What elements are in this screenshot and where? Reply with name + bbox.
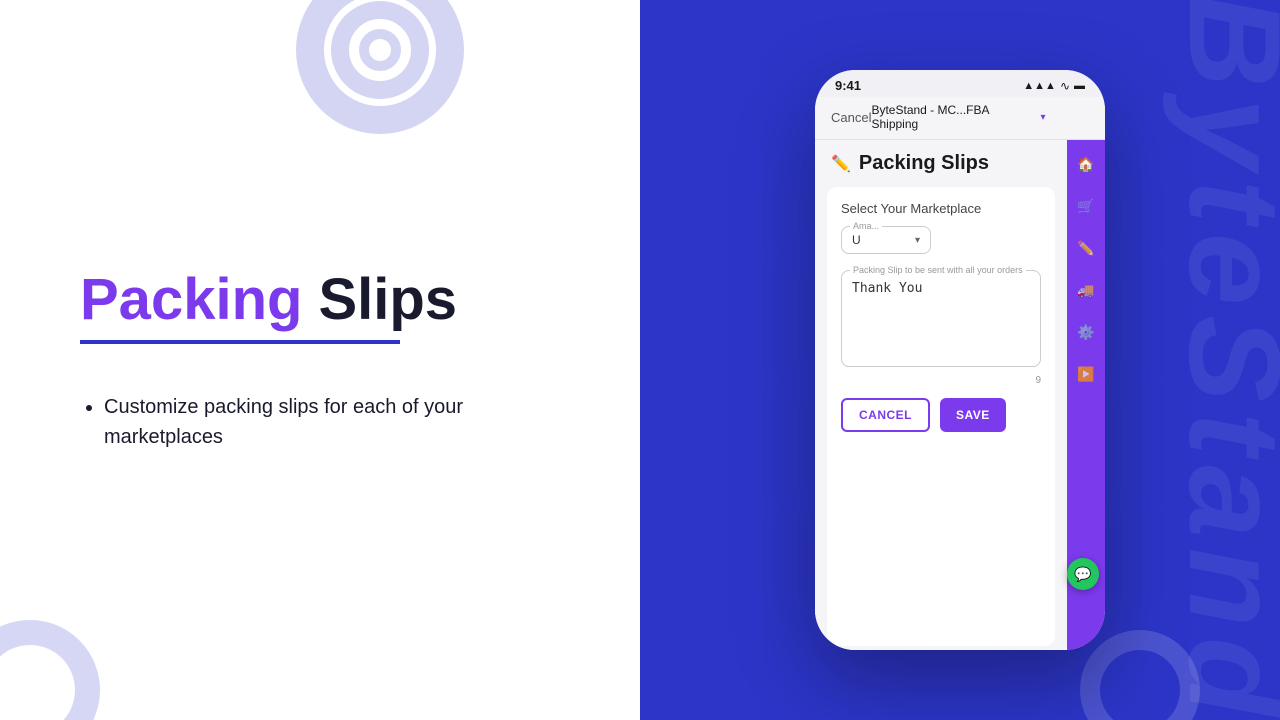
left-panel: Packing Slips Customize packing slips fo… <box>0 0 640 720</box>
pencil-icon: ✏️ <box>831 154 851 174</box>
signal-icon: ▲▲▲ <box>1023 80 1056 92</box>
dropdown-chevron-icon: ▾ <box>915 235 920 246</box>
bytestand-watermark: ByteStand <box>1160 0 1280 720</box>
store-dropdown-arrow[interactable]: ▾ <box>1041 112 1046 123</box>
marketplace-dropdown-field-label: Ama... <box>850 221 882 231</box>
chat-bubble-button[interactable]: 💬 <box>1067 558 1099 590</box>
marketplace-selected-value: U <box>852 233 861 247</box>
deco-bottom-left <box>0 620 100 720</box>
status-icons: ▲▲▲ ∿ ▬ <box>1023 79 1085 93</box>
packing-slip-field: Packing Slip to be sent with all your or… <box>841 270 1041 367</box>
features-list: Customize packing slips for each of your… <box>80 392 640 452</box>
right-panel: ByteStand 9:41 ▲▲▲ ∿ ▬ Cancel ByteStand … <box>640 0 1280 720</box>
sidebar-home-icon[interactable]: 🏠 <box>1072 150 1100 178</box>
sidebar-play-icon[interactable]: ▶️ <box>1072 360 1100 388</box>
sidebar-edit-icon[interactable]: ✏️ <box>1072 234 1100 262</box>
phone-content-card: Select Your Marketplace Ama... U ▾ Packi… <box>827 187 1055 646</box>
char-count: 9 <box>841 375 1041 386</box>
status-time: 9:41 <box>835 78 861 93</box>
feature-item-1: Customize packing slips for each of your… <box>104 392 524 452</box>
deco-bottom-right <box>1080 630 1200 720</box>
cancel-button[interactable]: CANCEL <box>841 398 930 432</box>
page-title-container: Packing Slips <box>80 268 640 376</box>
packing-slips-title: Packing Slips <box>859 152 989 175</box>
packing-slip-textarea[interactable]: Thank You <box>852 281 1030 351</box>
battery-icon: ▬ <box>1074 80 1085 92</box>
header-cancel-button[interactable]: Cancel <box>831 110 871 125</box>
sidebar-shipping-icon[interactable]: 🚚 <box>1072 276 1100 304</box>
page-title: Packing Slips <box>80 268 640 332</box>
phone-main: ✏️ Packing Slips Select Your Marketplace… <box>815 140 1067 650</box>
deco-top-circles <box>280 0 480 150</box>
save-button[interactable]: SAVE <box>940 398 1006 432</box>
marketplace-dropdown[interactable]: Ama... U ▾ <box>841 226 931 254</box>
phone-actions: CANCEL SAVE <box>841 398 1041 432</box>
title-word-slips: Slips <box>318 268 457 332</box>
phone-header: Cancel ByteStand - MC...FBA Shipping ▾ <box>815 97 1105 140</box>
phone-status-bar: 9:41 ▲▲▲ ∿ ▬ <box>815 70 1105 97</box>
phone-page-header: ✏️ Packing Slips <box>815 140 1067 183</box>
packing-slip-field-label: Packing Slip to be sent with all your or… <box>850 265 1026 275</box>
store-name: ByteStand - MC...FBA Shipping ▾ <box>871 103 1045 131</box>
sidebar-cart-icon[interactable]: 🛒 <box>1072 192 1100 220</box>
chat-icon: 💬 <box>1074 566 1091 583</box>
title-underline <box>80 340 400 344</box>
wifi-icon: ∿ <box>1060 79 1070 93</box>
phone-body: ✏️ Packing Slips Select Your Marketplace… <box>815 140 1105 650</box>
marketplace-label: Select Your Marketplace <box>841 201 1041 216</box>
sidebar-settings-icon[interactable]: ⚙️ <box>1072 318 1100 346</box>
phone-mockup: 9:41 ▲▲▲ ∿ ▬ Cancel ByteStand - MC...FBA… <box>815 70 1105 650</box>
title-word-packing: Packing <box>80 268 302 332</box>
